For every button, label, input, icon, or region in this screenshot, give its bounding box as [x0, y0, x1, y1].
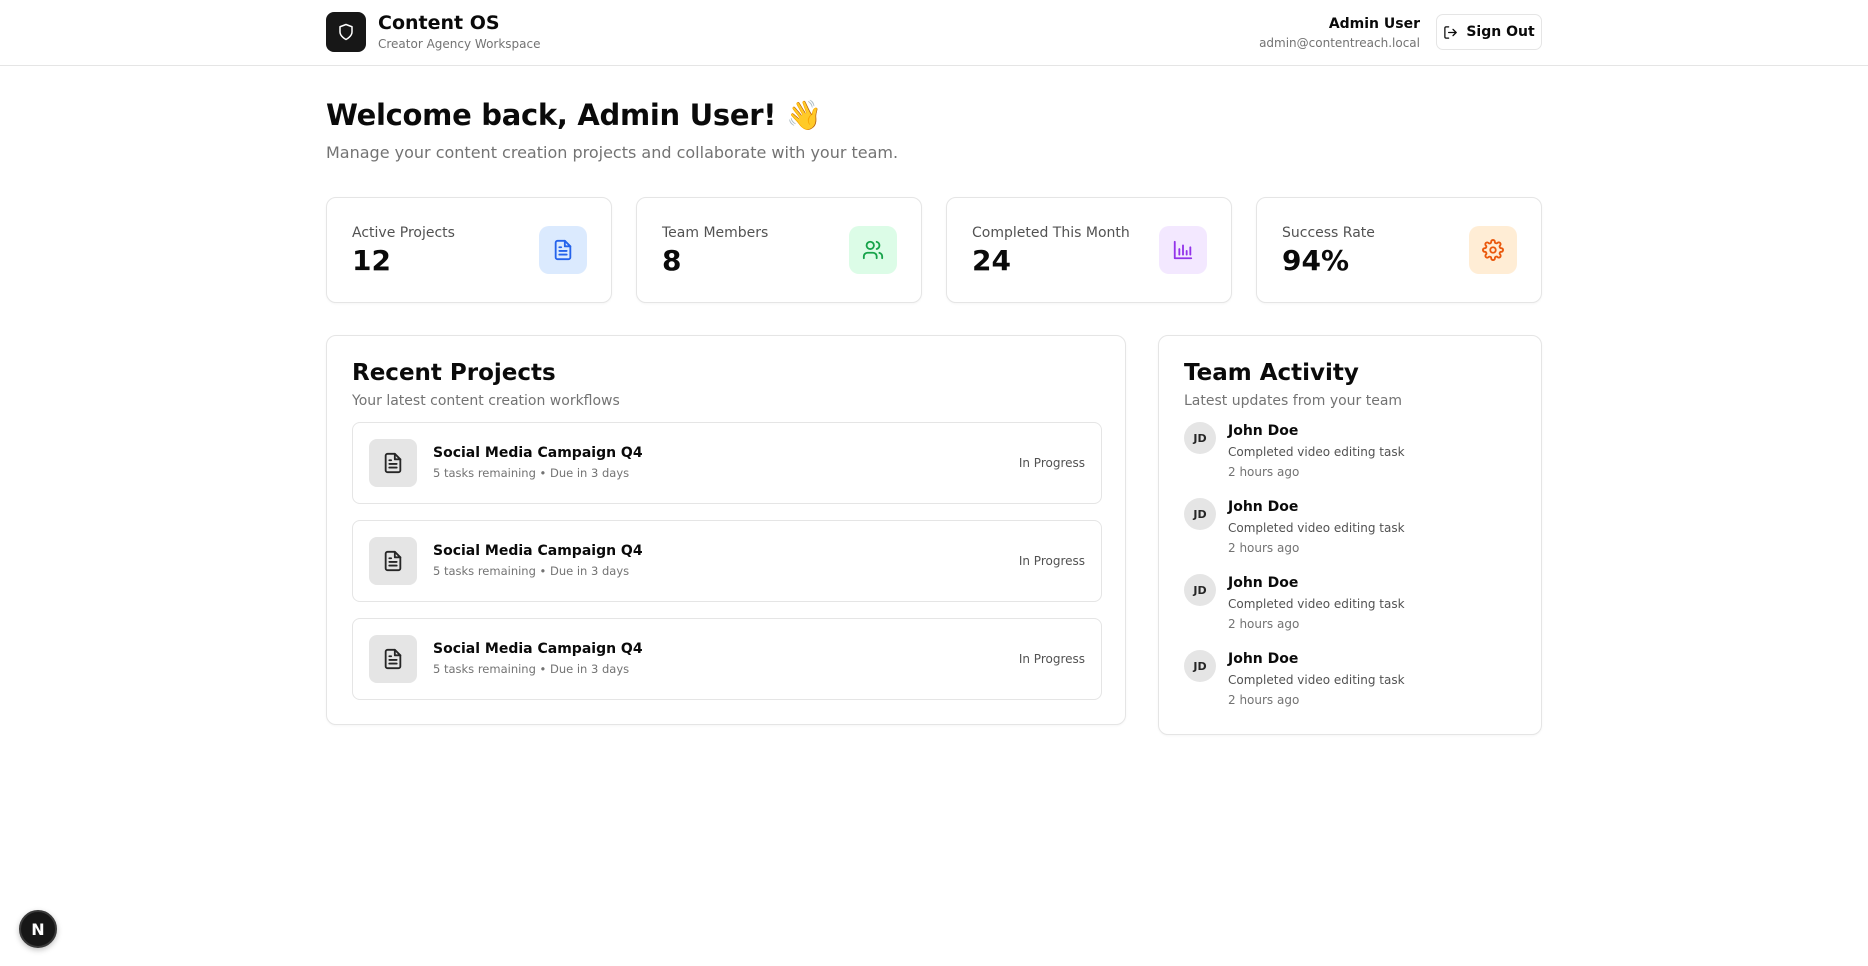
- avatar: JD: [1184, 422, 1216, 454]
- activity-description: Completed video editing task: [1228, 445, 1405, 459]
- avatar: JD: [1184, 650, 1216, 682]
- top-header: Content OS Creator Agency Workspace Admi…: [0, 0, 1868, 66]
- users-icon: [849, 226, 897, 274]
- activity-time: 2 hours ago: [1228, 693, 1300, 707]
- sign-out-label: Sign Out: [1466, 24, 1535, 40]
- project-status: In Progress: [1018, 652, 1085, 666]
- project-meta: 5 tasks remaining • Due in 3 days: [433, 662, 630, 676]
- activity-time: 2 hours ago: [1228, 617, 1300, 631]
- recent-projects-title: Recent Projects: [352, 360, 556, 386]
- project-item[interactable]: Social Media Campaign Q4 5 tasks remaini…: [352, 422, 1102, 504]
- bar-chart-icon: [1159, 226, 1207, 274]
- settings-icon: [1469, 226, 1517, 274]
- team-activity-title: Team Activity: [1184, 360, 1359, 386]
- shield-icon: [326, 12, 366, 52]
- page-title: Welcome back, Admin User! 👋: [326, 98, 822, 132]
- activity-description: Completed video editing task: [1228, 521, 1405, 535]
- team-activity-panel: Team Activity Latest updates from your t…: [1158, 335, 1542, 735]
- user-email: admin@contentreach.local: [1259, 36, 1420, 50]
- stat-card-team-members: Team Members 8: [636, 197, 922, 303]
- file-text-icon: [369, 439, 417, 487]
- stat-label: Completed This Month: [972, 225, 1130, 241]
- stat-card-success-rate: Success Rate 94%: [1256, 197, 1542, 303]
- stat-card-completed-this-month: Completed This Month 24: [946, 197, 1232, 303]
- project-title: Social Media Campaign Q4: [433, 641, 643, 657]
- project-status: In Progress: [1018, 554, 1085, 568]
- activity-time: 2 hours ago: [1228, 541, 1300, 555]
- brand: Content OS Creator Agency Workspace: [326, 12, 541, 52]
- sign-out-button[interactable]: Sign Out: [1436, 14, 1542, 50]
- user-info: Admin User admin@contentreach.local: [1259, 15, 1420, 51]
- app-subtitle: Creator Agency Workspace: [378, 37, 541, 51]
- file-text-icon: [369, 537, 417, 585]
- activity-time: 2 hours ago: [1228, 465, 1300, 479]
- activity-item: JD John Doe Completed video editing task…: [1184, 498, 1524, 568]
- file-text-icon: [369, 635, 417, 683]
- recent-projects-panel: Recent Projects Your latest content crea…: [326, 335, 1126, 725]
- stat-value: 94%: [1282, 244, 1350, 277]
- activity-item: JD John Doe Completed video editing task…: [1184, 650, 1524, 720]
- stat-value: 24: [972, 244, 1011, 277]
- activity-item: JD John Doe Completed video editing task…: [1184, 422, 1524, 492]
- log-out-icon: [1443, 25, 1458, 40]
- project-title: Social Media Campaign Q4: [433, 543, 643, 559]
- project-meta: 5 tasks remaining • Due in 3 days: [433, 466, 630, 480]
- stat-value: 8: [662, 244, 682, 277]
- stat-value: 12: [352, 244, 391, 277]
- activity-item: JD John Doe Completed video editing task…: [1184, 574, 1524, 644]
- file-text-icon: [539, 226, 587, 274]
- page-subtitle: Manage your content creation projects an…: [326, 143, 899, 162]
- stat-label: Active Projects: [352, 225, 455, 241]
- activity-description: Completed video editing task: [1228, 673, 1405, 687]
- team-activity-subtitle: Latest updates from your team: [1184, 393, 1403, 409]
- app-title: Content OS: [378, 12, 500, 34]
- recent-projects-subtitle: Your latest content creation workflows: [352, 393, 620, 409]
- avatar: JD: [1184, 498, 1216, 530]
- stat-label: Success Rate: [1282, 225, 1375, 241]
- stat-label: Team Members: [662, 225, 769, 241]
- activity-user-name: John Doe: [1228, 423, 1299, 439]
- activity-user-name: John Doe: [1228, 499, 1299, 515]
- project-title: Social Media Campaign Q4: [433, 445, 643, 461]
- activity-description: Completed video editing task: [1228, 597, 1405, 611]
- activity-user-name: John Doe: [1228, 651, 1299, 667]
- activity-user-name: John Doe: [1228, 575, 1299, 591]
- project-status: In Progress: [1018, 456, 1085, 470]
- user-name: Admin User: [1328, 16, 1420, 32]
- project-item[interactable]: Social Media Campaign Q4 5 tasks remaini…: [352, 618, 1102, 700]
- dev-tools-badge[interactable]: N: [19, 910, 57, 948]
- project-item[interactable]: Social Media Campaign Q4 5 tasks remaini…: [352, 520, 1102, 602]
- project-meta: 5 tasks remaining • Due in 3 days: [433, 564, 630, 578]
- avatar: JD: [1184, 574, 1216, 606]
- stat-card-active-projects: Active Projects 12: [326, 197, 612, 303]
